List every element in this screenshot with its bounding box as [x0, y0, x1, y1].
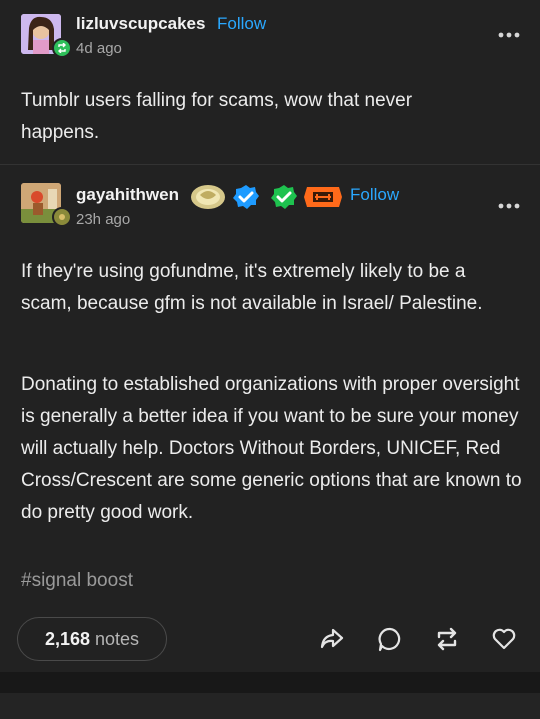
post-tag[interactable]: #signal boost [21, 570, 133, 592]
reply-icon[interactable] [377, 626, 403, 652]
timestamp-original: 23h ago [76, 211, 131, 228]
post-card: lizluvscupcakes Follow 4d ago Tumblr use… [0, 0, 540, 672]
share-icon[interactable] [319, 626, 345, 652]
green-verified-badge-icon[interactable] [270, 184, 298, 210]
follow-button-original[interactable]: Follow [350, 185, 399, 205]
reblog-badge-icon [52, 207, 72, 227]
reblog-badge-icon [52, 38, 72, 58]
reblog-comment-text: Tumblr users falling for scams, wow that… [21, 90, 413, 143]
more-options-icon[interactable] [498, 32, 520, 38]
timestamp-reblogger: 4d ago [76, 40, 122, 57]
notes-count: 2,168 [44, 628, 90, 649]
post-paragraph-2: Donating to established organizations wi… [21, 374, 522, 523]
post-divider [0, 164, 540, 165]
post-paragraph-1: If they're using gofundme, it's extremel… [21, 261, 483, 314]
like-heart-icon[interactable] [491, 626, 517, 652]
username-original[interactable]: gayahithwen [76, 185, 179, 205]
follow-button-reblogger[interactable]: Follow [217, 14, 266, 34]
next-post-card-edge [0, 693, 540, 719]
notes-label: notes [95, 628, 140, 649]
notes-button[interactable]: 2,168 notes [17, 617, 167, 661]
gold-coin-badge-icon[interactable] [190, 183, 226, 211]
username-reblogger[interactable]: lizluvscupcakes [76, 14, 205, 34]
more-options-icon[interactable] [498, 203, 520, 209]
reblog-icon[interactable] [434, 626, 460, 652]
orange-ticket-badge-icon[interactable] [303, 185, 343, 209]
blue-verified-badge-icon[interactable] [232, 184, 260, 210]
